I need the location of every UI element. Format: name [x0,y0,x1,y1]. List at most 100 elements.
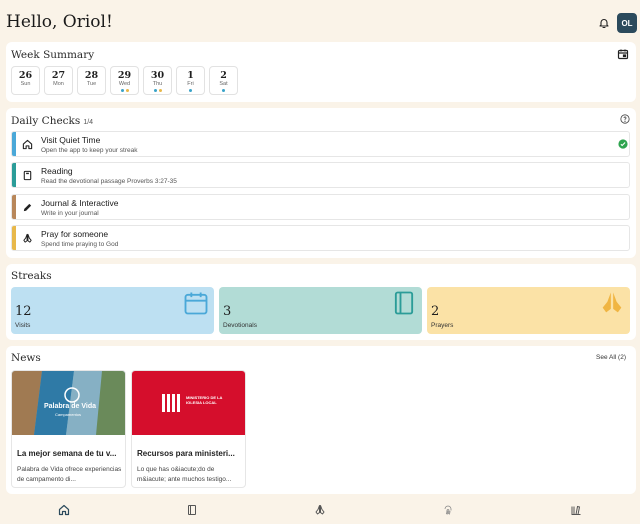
day-name: Wed [118,81,131,87]
pencil-icon [23,203,32,212]
news-item-desc: Palabra de Vida ofrece experiencias de c… [17,466,122,483]
header: Hello, Oriol! OL [0,0,640,44]
tab-bar [0,498,640,524]
news-item[interactable]: Palabra de Vida Campamentos La mejor sem… [11,370,126,488]
tab-home[interactable] [58,504,70,516]
day-number: 30 [150,70,165,81]
streak-devotionals[interactable]: 3 Devotionals [219,287,422,334]
streak-label: Prayers [431,322,454,329]
tab-prayer[interactable] [314,504,326,516]
book-icon [394,291,414,315]
news-card: News See All (2) Palabra de Vida Campame… [6,346,636,494]
activity-dot [222,89,225,92]
news-image-logo: Palabra de Vida [44,403,97,410]
day-tue[interactable]: 28 Tue [77,66,106,95]
calendar-icon[interactable] [617,48,629,60]
streak-label: Devotionals [223,322,257,329]
daily-checks-title: Daily Checks [11,115,81,127]
day-mon[interactable]: 27 Mon [44,66,73,95]
daily-checks-count: 1/4 [83,119,94,126]
day-thu[interactable]: 30 Thu [143,66,172,95]
check-item-visit-quiet-time[interactable]: Visit Quiet Time Open the app to keep you… [11,131,630,157]
activity-dot [120,89,124,92]
streak-label: Visits [15,322,31,329]
check-color-bar [12,226,16,250]
streaks-title: Streaks [11,270,52,282]
activity-dot [125,89,129,92]
check-subtitle: Read the devotional passage Proverbs 3:2… [41,178,177,185]
day-name: Fri [187,81,194,87]
help-icon[interactable] [620,114,630,124]
streak-visits[interactable]: 12 Visits [11,287,214,334]
check-item-reading[interactable]: Reading Read the devotional passage Prove… [11,162,630,188]
news-item-desc: Lo que has o&iacute;do de m&iacute; ante… [137,466,232,483]
praying-hands-icon [602,292,622,313]
check-title: Pray for someone [41,229,109,239]
daily-checks-header: Daily Checks 1/4 [11,115,93,127]
day-sun[interactable]: 26 Sun [11,66,40,95]
streak-prayers[interactable]: 2 Prayers [427,287,630,334]
notifications-button[interactable] [594,13,614,33]
day-wed[interactable]: 29 Wed [110,66,139,95]
check-subtitle: Spend time praying to God [41,241,119,248]
day-fri[interactable]: 1 Fri [176,66,205,95]
day-number: 28 [84,70,99,81]
activity-dot [153,89,157,92]
praying-hands-icon [23,233,32,243]
see-all-link[interactable]: See All (2) [596,354,626,361]
news-image: Palabra de Vida Campamentos [12,371,125,435]
day-number: 27 [51,70,66,81]
bell-icon [599,19,609,29]
activity-dots [144,89,171,92]
day-name: Mon [53,81,64,87]
day-sat[interactable]: 2 Sat [209,66,238,95]
streak-value: 3 [223,304,232,319]
check-color-bar [12,132,16,156]
streak-value: 2 [431,304,440,319]
daily-checks-card: Daily Checks 1/4 Visit Quiet Time Open the… [6,108,636,258]
checkmark-icon [618,139,628,149]
book-icon [23,170,32,181]
news-item[interactable]: MINISTERIO DE LA IGLESIA LOCAL Recursos … [131,370,246,488]
activity-dots [111,89,138,92]
week-days: 26 Sun 27 Mon 28 Tue 29 Wed 30 Thu 1 Fri 2 Sat [11,66,238,95]
day-name: Tue [86,81,97,87]
day-number: 2 [220,70,227,81]
tab-library[interactable] [570,504,582,516]
day-number: 1 [187,70,194,81]
check-title: Journal & Interactive [41,198,119,208]
tab-reading[interactable] [186,504,198,516]
day-name: Sat [219,81,228,87]
streak-value: 12 [15,304,32,319]
check-color-bar [12,195,16,219]
week-summary-card: Week Summary 26 Sun 27 Mon 28 Tue 29 Wed 30 Thu 1 F… [6,42,636,102]
check-subtitle: Write in your journal [41,210,99,217]
week-summary-title: Week Summary [11,49,95,61]
streaks-card: Streaks 12 Visits 3 Devotionals 2 Prayers [6,264,636,340]
check-title: Reading [41,166,73,176]
day-number: 29 [117,70,132,81]
home-icon [22,139,33,150]
activity-dots [177,89,204,92]
tab-fingerprint[interactable] [442,504,454,516]
news-image-logo: MINISTERIO DE LA IGLESIA LOCAL [186,395,223,405]
day-name: Sun [20,81,31,87]
check-item-pray-for-someone[interactable]: Pray for someone Spend time praying to Go… [11,225,630,251]
greeting: Hello, Oriol! [6,12,113,32]
news-item-title: La mejor semana de tu v... [17,449,117,458]
news-image-subtitle: Campamentos [55,412,82,417]
check-title: Visit Quiet Time [41,135,101,145]
day-name: Thu [152,81,163,87]
news-image: MINISTERIO DE LA IGLESIA LOCAL [132,371,245,435]
activity-dots [210,89,237,92]
check-item-journal-interactive[interactable]: Journal & Interactive Write in your journ… [11,194,630,220]
activity-dot [189,89,192,92]
day-number: 26 [18,70,33,81]
calendar-icon [184,292,208,315]
check-subtitle: Open the app to keep your streak [41,147,138,154]
avatar[interactable]: OL [617,13,637,33]
news-item-title: Recursos para ministeri... [137,449,235,458]
news-title: News [11,352,41,364]
activity-dot [158,89,162,92]
check-color-bar [12,163,16,187]
